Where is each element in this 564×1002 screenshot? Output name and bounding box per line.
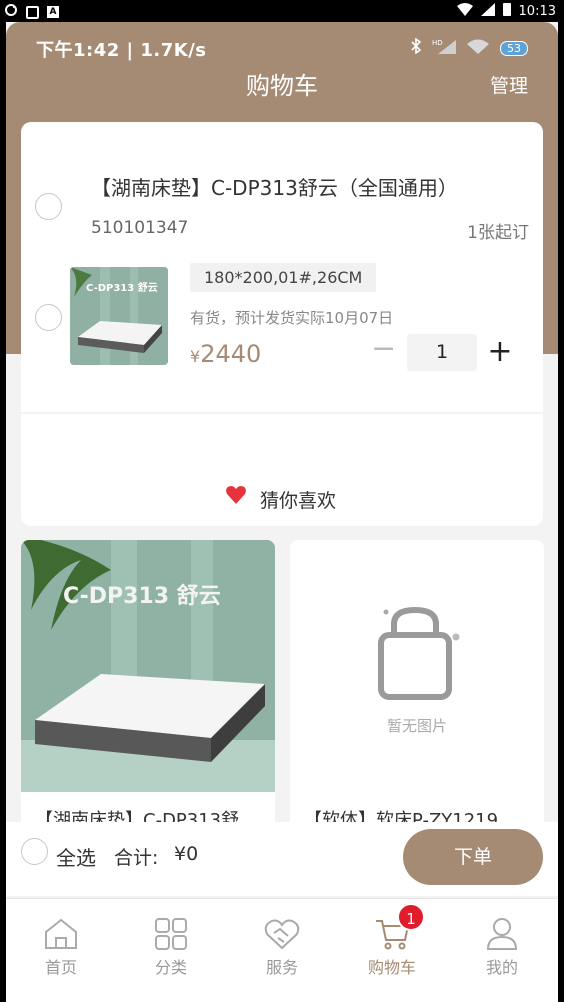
product-title[interactable]: 【湖南床垫】C-DP313舒云（全国通用） — [91, 172, 458, 201]
tab-service-label: 服务 — [265, 958, 298, 977]
no-image-text: 暂无图片 — [386, 717, 447, 735]
notification-icon — [26, 5, 39, 19]
guess-you-like-label: 猜你喜欢 — [260, 490, 337, 512]
stock-info: 有货，预计发货实际10月07日 — [190, 309, 394, 327]
signal-hd-icon: HD — [432, 38, 456, 58]
page-title: 购物车 — [246, 72, 318, 100]
svg-text:HD: HD — [432, 39, 443, 47]
product-code: 510101347 — [91, 218, 189, 238]
spec-tag[interactable]: 180*200,01#,26CM — [190, 263, 377, 292]
tab-cart-label: 购物车 — [367, 958, 416, 977]
store-select-radio[interactable] — [35, 193, 62, 220]
inner-status-icons: HD 53 — [410, 37, 528, 58]
price-amount: 2440 — [200, 340, 262, 368]
manage-button[interactable]: 管理 — [490, 71, 528, 98]
tab-profile[interactable]: 我的 — [462, 917, 542, 978]
guess-you-like-section: 猜你喜欢 — [21, 414, 543, 526]
quantity-increase-button[interactable]: + — [487, 334, 513, 371]
tab-profile-label: 我的 — [485, 958, 518, 977]
total-value: ¥0 — [174, 843, 199, 865]
handshake-icon — [242, 917, 322, 951]
tab-home[interactable]: 首页 — [21, 917, 101, 978]
price: ¥2440 — [190, 340, 261, 368]
place-order-button[interactable]: 下单 — [403, 829, 543, 885]
bottom-tab-bar: 首页 分类 服务 购物车 我的 — [6, 898, 558, 1002]
no-image-placeholder[interactable]: 暂无图片 — [290, 540, 544, 792]
total-label: 合计: — [114, 847, 159, 869]
tab-category[interactable]: 分类 — [131, 917, 211, 978]
product-thumbnail[interactable]: C-DP313 舒云 — [70, 267, 168, 365]
tab-category-label: 分类 — [154, 958, 187, 977]
user-icon — [462, 917, 542, 951]
tab-home-label: 首页 — [44, 958, 77, 977]
home-icon — [21, 917, 101, 951]
system-time: 10:13 — [518, 3, 556, 19]
cell-signal-icon — [480, 2, 495, 20]
item-select-radio[interactable] — [35, 304, 62, 331]
cart-badge: 1 — [397, 903, 425, 931]
sync-icon — [4, 3, 18, 21]
select-all-radio[interactable] — [21, 838, 48, 865]
system-status-bar: A 10:13 — [0, 0, 564, 22]
quantity-decrease-button[interactable]: − — [371, 334, 396, 364]
tab-service[interactable]: 服务 — [242, 917, 322, 978]
heart-icon — [225, 484, 247, 506]
recommendation-card[interactable]: 暂无图片 【软体】软床P-ZY1219 — [290, 540, 544, 830]
wifi-icon — [466, 38, 490, 58]
select-all-label[interactable]: 全选 — [56, 842, 96, 871]
svg-text:C-DP313 舒云: C-DP313 舒云 — [86, 281, 158, 294]
battery-level: 53 — [500, 40, 528, 56]
recommendation-card[interactable]: C-DP313 舒云 【湖南床垫】C-DP313舒 — [21, 540, 275, 830]
battery-icon — [502, 2, 511, 20]
inner-status-text: 下午1:42 | 1.7K/s — [36, 40, 207, 61]
app-a-icon: A — [47, 6, 59, 18]
quantity-input[interactable]: 1 — [407, 334, 477, 371]
checkout-bar: 全选 合计: ¥0 下单 — [6, 822, 558, 896]
cart-store-card: 【湖南床垫】C-DP313舒云（全国通用） 510101347 1张起订 C-D… — [21, 122, 543, 412]
currency-symbol: ¥ — [190, 347, 201, 366]
min-order-label: 1张起订 — [467, 223, 529, 243]
recommendation-image[interactable]: C-DP313 舒云 — [21, 540, 275, 792]
grid-icon — [131, 917, 211, 951]
device-frame-right — [558, 22, 564, 1002]
wifi-icon — [456, 2, 473, 20]
svg-text:C-DP313 舒云: C-DP313 舒云 — [63, 583, 221, 609]
bluetooth-icon — [410, 37, 422, 58]
